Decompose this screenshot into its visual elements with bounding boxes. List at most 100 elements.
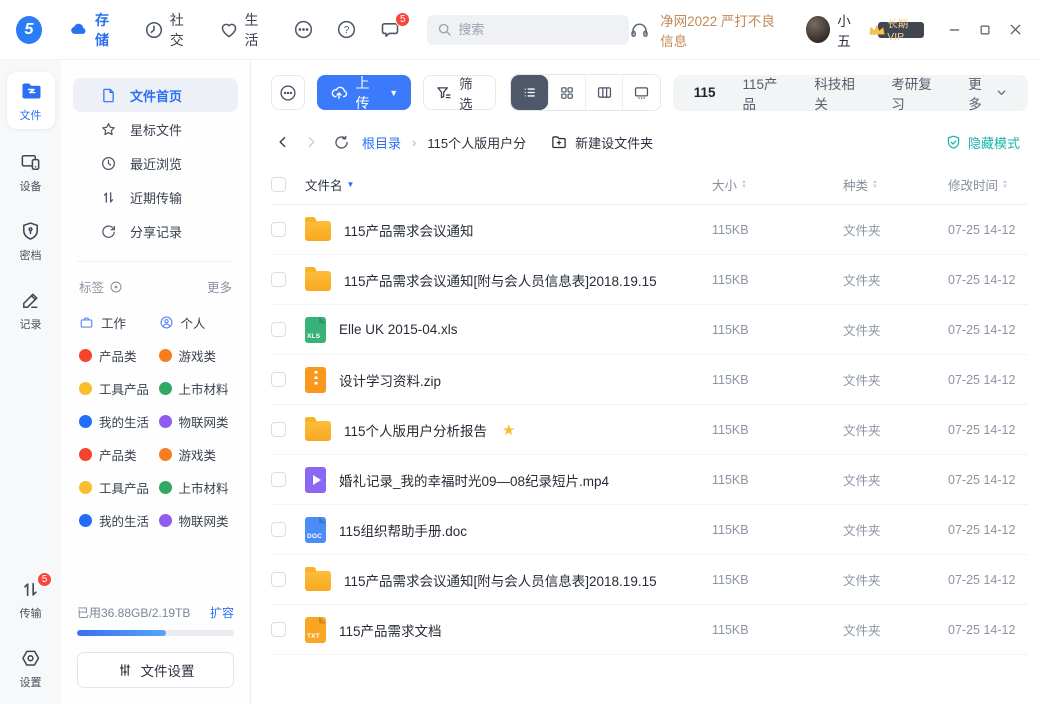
more-actions-button[interactable] <box>271 75 305 110</box>
tag-item[interactable]: 游戏类 <box>159 339 239 372</box>
file-name[interactable]: 设计学习资料.zip <box>339 370 441 390</box>
table-row[interactable]: 115产品需求会议通知 ★ 115KB 文件夹 07-25 14-12 <box>271 205 1028 255</box>
search-input[interactable] <box>458 22 608 37</box>
tag-visibility-icon[interactable] <box>109 280 123 294</box>
column-header-kind[interactable]: 种类 <box>843 175 868 194</box>
file-name[interactable]: 115产品需求文档 <box>339 620 442 640</box>
preview-view-button[interactable] <box>622 75 659 110</box>
vip-chip[interactable]: 长期VIP <box>868 22 924 38</box>
sidebar-item-transfers[interactable]: 近期传输 <box>73 180 238 214</box>
column-header-size[interactable]: 大小 <box>712 175 737 194</box>
rail-item-files[interactable]: 文件 <box>7 72 55 129</box>
file-name[interactable]: 115产品需求会议通知 <box>344 220 474 240</box>
top-nav-social[interactable]: 社交 <box>144 10 193 50</box>
tag-item[interactable]: 物联网类 <box>159 504 239 537</box>
column-header-name[interactable]: 文件名 <box>305 175 343 194</box>
top-nav-life[interactable]: 生活 <box>219 10 268 50</box>
row-checkbox[interactable] <box>271 472 286 487</box>
top-nav-storage[interactable]: 存储 <box>68 10 118 50</box>
tag-item-personal[interactable]: 个人 <box>159 306 239 339</box>
breadcrumb-row: 根目录 › 115个人版用户分 新建设文件夹 隐藏模式 <box>271 127 1028 157</box>
rail-item-settings[interactable]: 设置 <box>19 647 42 690</box>
user-chip[interactable]: 小五 长期VIP <box>806 10 924 50</box>
columns-view-button[interactable] <box>585 75 622 110</box>
tag-item[interactable]: 产品类 <box>79 339 159 372</box>
table-row[interactable]: TXT 115产品需求文档 ★ 115KB 文件夹 07-25 14-12 <box>271 605 1028 655</box>
list-view-button[interactable] <box>511 75 548 110</box>
tag-item-work[interactable]: 工作 <box>79 306 159 339</box>
tag-item[interactable]: 工具产品 <box>79 471 159 504</box>
rail-item-notes[interactable]: 记录 <box>19 289 42 332</box>
tag-item[interactable]: 上市材料 <box>159 372 239 405</box>
headphones-icon[interactable] <box>629 19 650 40</box>
row-checkbox[interactable] <box>271 372 286 387</box>
messages-icon[interactable]: 5 <box>379 19 401 41</box>
tab-115产品[interactable]: 115产品 <box>742 73 787 113</box>
row-checkbox[interactable] <box>271 522 286 537</box>
tag-color-dot <box>79 448 92 461</box>
table-row[interactable]: 设计学习资料.zip ★ 115KB 文件夹 07-25 14-12 <box>271 355 1028 405</box>
help-icon[interactable]: ? <box>336 19 357 40</box>
close-button[interactable] <box>1009 23 1022 36</box>
tag-item[interactable]: 产品类 <box>79 438 159 471</box>
tab-考研复习[interactable]: 考研复习 <box>891 73 941 113</box>
sort-icons[interactable]: ▲▼ <box>872 180 878 190</box>
column-header-time[interactable]: 修改时间 <box>948 175 998 194</box>
maximize-button[interactable] <box>979 24 991 36</box>
row-checkbox[interactable] <box>271 272 286 287</box>
tag-item[interactable]: 物联网类 <box>159 405 239 438</box>
row-checkbox[interactable] <box>271 422 286 437</box>
sort-icons[interactable]: ▲▼ <box>1002 180 1008 190</box>
file-name[interactable]: 婚礼记录_我的幸福时光09—08纪录短片.mp4 <box>339 470 609 490</box>
rail-item-devices[interactable]: 设备 <box>19 151 42 194</box>
refresh-icon[interactable] <box>333 134 350 151</box>
table-row[interactable]: 115个人版用户分析报告 ★ 115KB 文件夹 07-25 14-12 <box>271 405 1028 455</box>
upload-button[interactable]: 上传 ▼ <box>317 75 411 110</box>
avatar[interactable] <box>806 16 830 43</box>
new-folder-button[interactable]: 新建设文件夹 <box>550 133 653 152</box>
tags-more-link[interactable]: 更多 <box>207 277 232 296</box>
tag-item[interactable]: 我的生活 <box>79 405 159 438</box>
sidebar-item-recent[interactable]: 最近浏览 <box>73 146 238 180</box>
grid-view-button[interactable] <box>548 75 585 110</box>
sort-icons[interactable]: ▲▼ <box>741 180 747 190</box>
filter-button[interactable]: 筛选 <box>423 75 496 110</box>
search-box[interactable] <box>427 15 629 45</box>
hidden-mode-toggle[interactable]: 隐藏模式 <box>945 133 1020 152</box>
app-logo[interactable]: 5 <box>16 16 42 44</box>
forward-button[interactable] <box>299 134 323 150</box>
file-settings-button[interactable]: 文件设置 <box>77 652 234 688</box>
tab-115[interactable]: 115 <box>694 85 716 100</box>
row-checkbox[interactable] <box>271 322 286 337</box>
breadcrumb-root[interactable]: 根目录 <box>362 133 401 152</box>
tag-item[interactable]: 工具产品 <box>79 372 159 405</box>
table-row[interactable]: 115产品需求会议通知[附与会人员信息表]2018.19.15 ★ 115KB … <box>271 555 1028 605</box>
table-row[interactable]: 115产品需求会议通知[附与会人员信息表]2018.19.15 ★ 115KB … <box>271 255 1028 305</box>
sidebar-item-home[interactable]: 文件首页 <box>73 78 238 112</box>
row-checkbox[interactable] <box>271 222 286 237</box>
file-name[interactable]: 115产品需求会议通知[附与会人员信息表]2018.19.15 <box>344 570 657 590</box>
expand-storage-link[interactable]: 扩容 <box>210 604 234 621</box>
file-name[interactable]: Elle UK 2015-04.xls <box>339 322 458 337</box>
back-button[interactable] <box>271 134 295 150</box>
tab-更多[interactable]: 更多 <box>968 73 1007 113</box>
rail-item-vault[interactable]: 密档 <box>19 220 42 263</box>
file-name[interactable]: 115组织帮助手册.doc <box>339 520 467 540</box>
select-all-checkbox[interactable] <box>271 177 286 192</box>
tag-item[interactable]: 上市材料 <box>159 471 239 504</box>
sidebar-item-starred[interactable]: 星标文件 <box>73 112 238 146</box>
tag-item[interactable]: 我的生活 <box>79 504 159 537</box>
file-name[interactable]: 115个人版用户分析报告 <box>344 420 487 440</box>
tab-科技相关[interactable]: 科技相关 <box>814 73 864 113</box>
table-row[interactable]: 婚礼记录_我的幸福时光09—08纪录短片.mp4 ★ 115KB 文件夹 07-… <box>271 455 1028 505</box>
row-checkbox[interactable] <box>271 622 286 637</box>
more-apps-icon[interactable] <box>293 19 314 40</box>
minimize-button[interactable] <box>948 23 961 36</box>
sidebar-item-shares[interactable]: 分享记录 <box>73 214 238 248</box>
tag-item[interactable]: 游戏类 <box>159 438 239 471</box>
table-row[interactable]: DOC 115组织帮助手册.doc ★ 115KB 文件夹 07-25 14-1… <box>271 505 1028 555</box>
file-name[interactable]: 115产品需求会议通知[附与会人员信息表]2018.19.15 <box>344 270 657 290</box>
rail-item-transfer[interactable]: 5 传输 <box>19 578 42 621</box>
table-row[interactable]: XLS Elle UK 2015-04.xls ★ 115KB 文件夹 07-2… <box>271 305 1028 355</box>
row-checkbox[interactable] <box>271 572 286 587</box>
